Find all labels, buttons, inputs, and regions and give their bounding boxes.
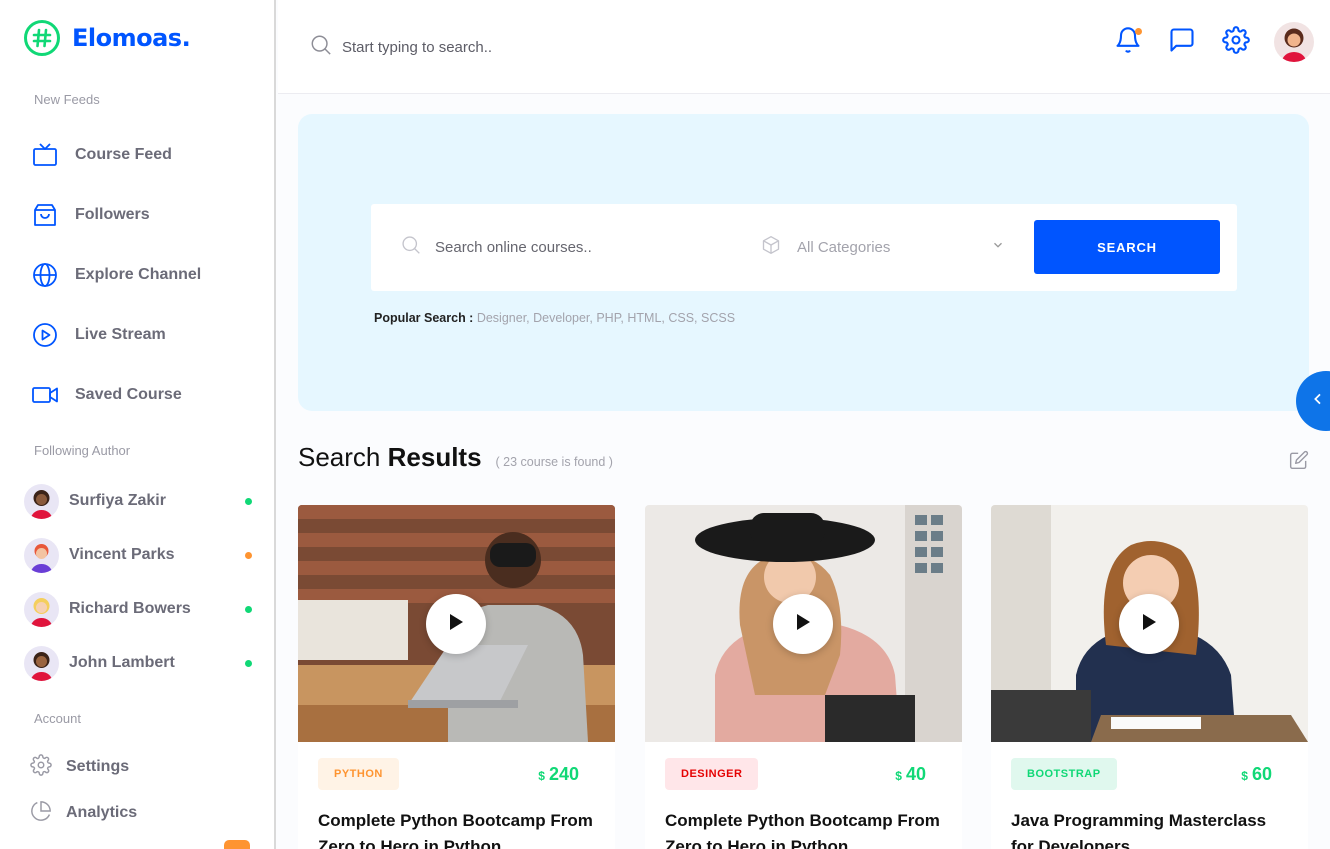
play-button[interactable] xyxy=(773,594,833,654)
results-count: ( 23 course is found ) xyxy=(495,455,613,469)
sidebar-item-label: Analytics xyxy=(66,804,138,821)
sidebar-item-label: Followers xyxy=(75,206,150,223)
sidebar-item-label: Saved Course xyxy=(75,386,182,403)
play-icon xyxy=(794,613,812,636)
course-search[interactable] xyxy=(401,235,761,260)
online-status-dot xyxy=(245,497,252,505)
course-search-input[interactable] xyxy=(435,239,735,256)
popular-search: Popular Search : Designer, Developer, PH… xyxy=(374,311,735,325)
sidebar-item-explore-channel[interactable]: Explore Channel xyxy=(32,260,201,290)
course-category-tag: PYTHON xyxy=(318,758,399,790)
chevron-down-icon xyxy=(991,238,1005,257)
course-thumbnail[interactable] xyxy=(991,505,1308,742)
sidebar-item-label: Course Feed xyxy=(75,146,172,163)
online-status-dot xyxy=(245,659,252,667)
play-icon xyxy=(447,613,465,636)
avatar xyxy=(24,537,59,573)
section-label-following-author: Following Author xyxy=(34,443,131,458)
shopping-bag-icon xyxy=(32,202,58,228)
author-item-richard-bowers[interactable]: Richard Bowers xyxy=(24,591,256,627)
course-title[interactable]: Java Programming Masterclass for Develop… xyxy=(1011,808,1291,849)
course-card[interactable]: BOOTSTRAP $60 Java Programming Mastercla… xyxy=(991,505,1308,849)
search-icon xyxy=(310,34,332,61)
sidebar-item-label: Explore Channel xyxy=(75,266,202,283)
sidebar-item-label: Live Stream xyxy=(75,326,166,343)
sidebar: Elomoas. New Feeds Course Feed Followers… xyxy=(0,0,276,849)
course-category-tag: BOOTSTRAP xyxy=(1011,758,1117,790)
course-search-bar: All Categories SEARCH xyxy=(371,204,1237,291)
notification-dot xyxy=(1135,28,1142,35)
sidebar-item-followers[interactable]: Followers xyxy=(32,200,150,230)
course-title[interactable]: Complete Python Bootcamp From Zero to He… xyxy=(318,808,598,849)
author-item-surfiya-zakir[interactable]: Surfiya Zakir xyxy=(24,483,256,519)
course-price: $240 xyxy=(538,764,579,784)
author-name: Surfiya Zakir xyxy=(69,492,166,509)
author-item-vincent-parks[interactable]: Vincent Parks xyxy=(24,537,256,573)
popular-search-label: Popular Search : xyxy=(374,311,474,325)
avatar xyxy=(24,645,59,681)
package-icon xyxy=(761,235,781,260)
results-title: Search Results xyxy=(298,442,482,472)
course-card[interactable]: PYTHON $240 Complete Python Bootcamp Fro… xyxy=(298,505,615,849)
pie-chart-icon xyxy=(30,800,52,827)
hashtag-logo-icon xyxy=(24,20,60,56)
course-card[interactable]: DESINGER $40 Complete Python Bootcamp Fr… xyxy=(645,505,962,849)
category-select-value: All Categories xyxy=(797,239,891,256)
user-avatar[interactable] xyxy=(1274,22,1314,62)
course-title[interactable]: Complete Python Bootcamp From Zero to He… xyxy=(665,808,945,849)
brand-logo[interactable]: Elomoas. xyxy=(24,20,191,56)
online-status-dot xyxy=(245,605,252,613)
notification-badge xyxy=(224,840,250,849)
course-category-tag: DESINGER xyxy=(665,758,759,790)
gear-icon xyxy=(30,753,52,781)
header-actions xyxy=(1112,22,1314,62)
play-icon xyxy=(1140,613,1158,636)
author-name: Vincent Parks xyxy=(69,546,175,563)
popular-search-tags[interactable]: Designer, Developer, PHP, HTML, CSS, SCS… xyxy=(477,311,735,325)
course-price: $40 xyxy=(895,764,926,784)
header-search-input[interactable] xyxy=(342,39,642,56)
sidebar-item-label: Settings xyxy=(66,758,130,775)
author-name: Richard Bowers xyxy=(69,600,191,617)
edit-icon[interactable] xyxy=(1289,450,1309,475)
avatar xyxy=(24,483,59,519)
course-search-banner: All Categories SEARCH Popular Search : D… xyxy=(298,114,1309,411)
author-name: John Lambert xyxy=(69,654,175,671)
video-icon xyxy=(32,382,58,408)
notifications-button[interactable] xyxy=(1112,26,1144,58)
top-header xyxy=(278,0,1330,94)
away-status-dot xyxy=(245,551,252,559)
author-item-john-lambert[interactable]: John Lambert xyxy=(24,645,256,681)
settings-button[interactable] xyxy=(1220,25,1252,59)
sidebar-item-live-stream[interactable]: Live Stream xyxy=(32,320,166,350)
section-label-account: Account xyxy=(34,711,81,726)
results-heading: Search Results ( 23 course is found ) xyxy=(298,442,613,473)
course-price: $60 xyxy=(1241,764,1272,784)
search-button[interactable]: SEARCH xyxy=(1034,220,1220,274)
play-circle-icon xyxy=(32,322,58,348)
message-icon xyxy=(1168,26,1196,59)
brand-name: Elomoas. xyxy=(72,24,191,52)
sidebar-item-analytics[interactable]: Analytics xyxy=(30,800,137,826)
sidebar-item-settings[interactable]: Settings xyxy=(30,753,130,781)
play-button[interactable] xyxy=(426,594,486,654)
header-search[interactable] xyxy=(310,34,642,61)
tv-icon xyxy=(32,142,58,168)
avatar xyxy=(24,591,59,627)
play-button[interactable] xyxy=(1119,594,1179,654)
gear-icon xyxy=(1222,25,1250,59)
globe-icon xyxy=(32,262,58,288)
category-select[interactable]: All Categories xyxy=(761,235,1005,260)
search-icon xyxy=(401,235,421,260)
section-label-new-feeds: New Feeds xyxy=(34,92,100,107)
messages-button[interactable] xyxy=(1166,26,1198,58)
sidebar-item-saved-course[interactable]: Saved Course xyxy=(32,380,182,410)
sidebar-item-course-feed[interactable]: Course Feed xyxy=(32,140,172,170)
course-thumbnail[interactable] xyxy=(298,505,615,742)
course-thumbnail[interactable] xyxy=(645,505,962,742)
chevron-left-icon xyxy=(1310,391,1326,412)
